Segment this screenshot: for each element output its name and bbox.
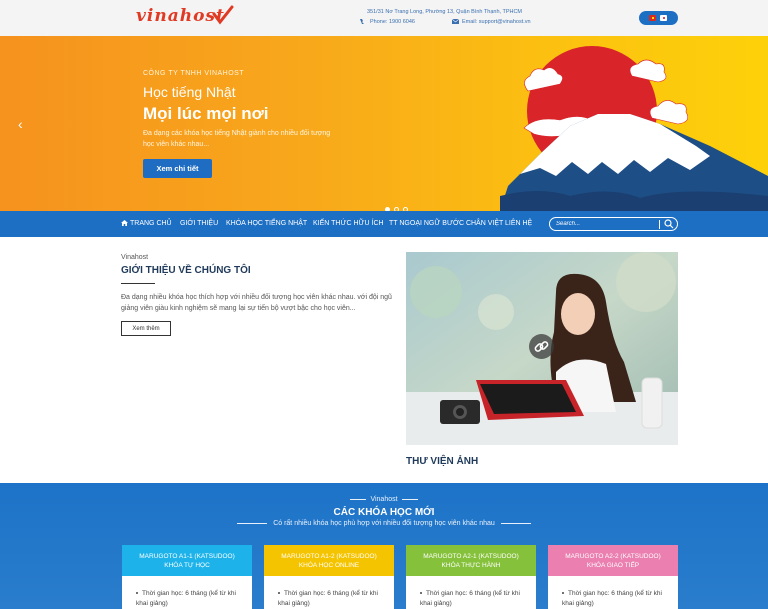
nav-item-knowledge[interactable]: KIẾN THỨC HỮU ÍCH bbox=[313, 220, 384, 227]
nav-item-contact[interactable]: LIÊN HỆ bbox=[505, 220, 532, 227]
nav-item-courses[interactable]: KHÓA HỌC TIẾNG NHẬT bbox=[226, 220, 307, 227]
course-duration-note: khai giảng) bbox=[278, 600, 310, 607]
contact-address: 351/31 Nơ Trang Long, Phường 13, Quận Bì… bbox=[367, 9, 523, 15]
language-switcher bbox=[639, 11, 678, 25]
bullet-icon bbox=[278, 592, 280, 595]
course-details: Thời gian học: 6 tháng (kể từ khi khai g… bbox=[264, 576, 394, 609]
course-details: Thời gian học: 6 tháng (kể từ khi khai g… bbox=[122, 576, 252, 609]
course-details: Thời gian học: 6 tháng (kể từ khi khai g… bbox=[406, 576, 536, 609]
search-input[interactable] bbox=[556, 219, 656, 229]
mount-fuji-illustration bbox=[500, 46, 768, 211]
courses-kicker: Vinahost bbox=[0, 496, 768, 503]
course-name: MARUGOTO A2-2 (KATSUDOO) bbox=[565, 553, 661, 560]
nav-item-home[interactable]: TRANG CHỦ bbox=[121, 220, 172, 227]
course-name: MARUGOTO A1-2 (KATSUDOO) bbox=[281, 553, 377, 560]
phone-text: Phone: 1900 6046 bbox=[370, 19, 415, 25]
read-more-button[interactable]: Xem thêm bbox=[121, 321, 171, 336]
slider-dots bbox=[385, 199, 412, 211]
search-icon[interactable] bbox=[664, 219, 674, 229]
hero-banner: CÔNG TY TNHH VINAHOST Học tiếng Nhật Mọi… bbox=[0, 36, 768, 211]
hero-company: CÔNG TY TNHH VINAHOST bbox=[143, 70, 245, 77]
courses-section: Vinahost CÁC KHÓA HỌC MỚI Có rất nhiều k… bbox=[0, 483, 768, 609]
main-nav: TRANG CHỦ GIỚI THIỆU KHÓA HỌC TIẾNG NHẬT… bbox=[0, 211, 768, 237]
intro-text: Đa dạng nhiều khóa học thích hợp với nhi… bbox=[121, 294, 392, 312]
course-duration: Thời gian học: 6 tháng (kể từ khi bbox=[142, 590, 236, 597]
hero-title: Học tiếng Nhật bbox=[143, 84, 236, 100]
courses-title: CÁC KHÓA HỌC MỚI bbox=[333, 507, 435, 518]
search-box bbox=[549, 217, 678, 231]
envelope-icon bbox=[452, 19, 459, 25]
course-details: Thời gian học: 6 tháng (kể từ khi khai g… bbox=[548, 576, 678, 609]
course-duration: Thời gian học: 6 tháng (kể từ khi bbox=[426, 590, 520, 597]
bullet-icon bbox=[420, 592, 422, 595]
nav-item-center[interactable]: TT NGOẠI NGỮ BƯỚC CHÂN VIỆT bbox=[389, 220, 503, 227]
logo-check-icon bbox=[212, 5, 234, 25]
bullet-icon bbox=[562, 592, 564, 595]
course-duration-note: khai giảng) bbox=[562, 600, 594, 607]
hero-description: Đa dạng các khóa học tiếng Nhật giành ch… bbox=[143, 130, 331, 148]
courses-kicker-text: Vinahost bbox=[370, 496, 398, 503]
course-card[interactable]: MARUGOTO A2-2 (KATSUDOO) KHÓA GIAO TIẾP … bbox=[548, 545, 678, 609]
chevron-left-icon[interactable]: ‹ bbox=[18, 116, 23, 132]
courses-subtitle-text: Có rất nhiều khóa học phù hợp với nhiều … bbox=[273, 520, 495, 527]
divider bbox=[401, 498, 418, 500]
contact-phone: Phone: 1900 6046 bbox=[360, 19, 415, 25]
course-card-header: MARUGOTO A1-1 (KATSUDOO) KHÓA TỰ HỌC bbox=[122, 545, 252, 576]
hero-headline: Mọi lúc mọi nơi bbox=[143, 104, 269, 123]
intro-kicker: Vinahost bbox=[121, 254, 149, 261]
course-card-header: MARUGOTO A2-1 (KATSUDOO) KHÓA THỰC HÀNH bbox=[406, 545, 536, 576]
hero-details-button[interactable]: Xem chi tiết bbox=[143, 159, 212, 178]
course-card[interactable]: MARUGOTO A1-1 (KATSUDOO) KHÓA TỰ HỌC Thờ… bbox=[122, 545, 252, 609]
search-divider bbox=[659, 220, 660, 229]
course-name: MARUGOTO A1-1 (KATSUDOO) bbox=[139, 553, 235, 560]
course-type: KHÓA THỰC HÀNH bbox=[441, 562, 501, 569]
chain-link-icon bbox=[534, 341, 549, 352]
contact-email: Email: support@vinahost.vn bbox=[452, 19, 531, 25]
course-card-header: MARUGOTO A1-2 (KATSUDOO) KHÓA HỌC ONLINE bbox=[264, 545, 394, 576]
course-card-header: MARUGOTO A2-2 (KATSUDOO) KHÓA GIAO TIẾP bbox=[548, 545, 678, 576]
jp-flag-icon[interactable] bbox=[660, 15, 667, 21]
bullet-icon bbox=[136, 592, 138, 595]
course-duration-note: khai giảng) bbox=[420, 600, 452, 607]
nav-label: TRANG CHỦ bbox=[130, 220, 172, 227]
email-text: Email: support@vinahost.vn bbox=[462, 19, 531, 25]
course-card[interactable]: MARUGOTO A2-1 (KATSUDOO) KHÓA THỰC HÀNH … bbox=[406, 545, 536, 609]
course-type: KHÓA HỌC ONLINE bbox=[298, 562, 360, 569]
link-icon[interactable] bbox=[529, 334, 554, 359]
course-type: KHÓA GIAO TIẾP bbox=[586, 562, 640, 569]
top-header: vinahost 351/31 Nơ Trang Long, Phường 13… bbox=[0, 0, 768, 36]
divider bbox=[350, 498, 367, 500]
nav-item-about[interactable]: GIỚI THIỆU bbox=[180, 220, 218, 227]
course-duration: Thời gian học: 6 tháng (kể từ khi bbox=[284, 590, 378, 597]
divider bbox=[237, 522, 268, 524]
home-icon bbox=[121, 220, 128, 226]
course-card[interactable]: MARUGOTO A1-2 (KATSUDOO) KHÓA HỌC ONLINE… bbox=[264, 545, 394, 609]
course-type: KHÓA TỰ HỌC bbox=[164, 562, 210, 569]
intro-title: GIỚI THIỆU VỀ CHÚNG TÔI bbox=[121, 265, 251, 276]
title-underline bbox=[121, 283, 155, 284]
course-name: MARUGOTO A2-1 (KATSUDOO) bbox=[423, 553, 519, 560]
divider bbox=[500, 522, 531, 524]
course-duration-note: khai giảng) bbox=[136, 600, 168, 607]
vn-flag-icon[interactable] bbox=[649, 15, 656, 21]
course-duration: Thời gian học: 6 tháng (kể từ khi bbox=[568, 590, 662, 597]
courses-subtitle: Có rất nhiều khóa học phù hợp với nhiều … bbox=[0, 520, 768, 527]
phone-icon bbox=[360, 19, 364, 25]
gallery-title: THƯ VIỆN ẢNH bbox=[406, 456, 479, 467]
